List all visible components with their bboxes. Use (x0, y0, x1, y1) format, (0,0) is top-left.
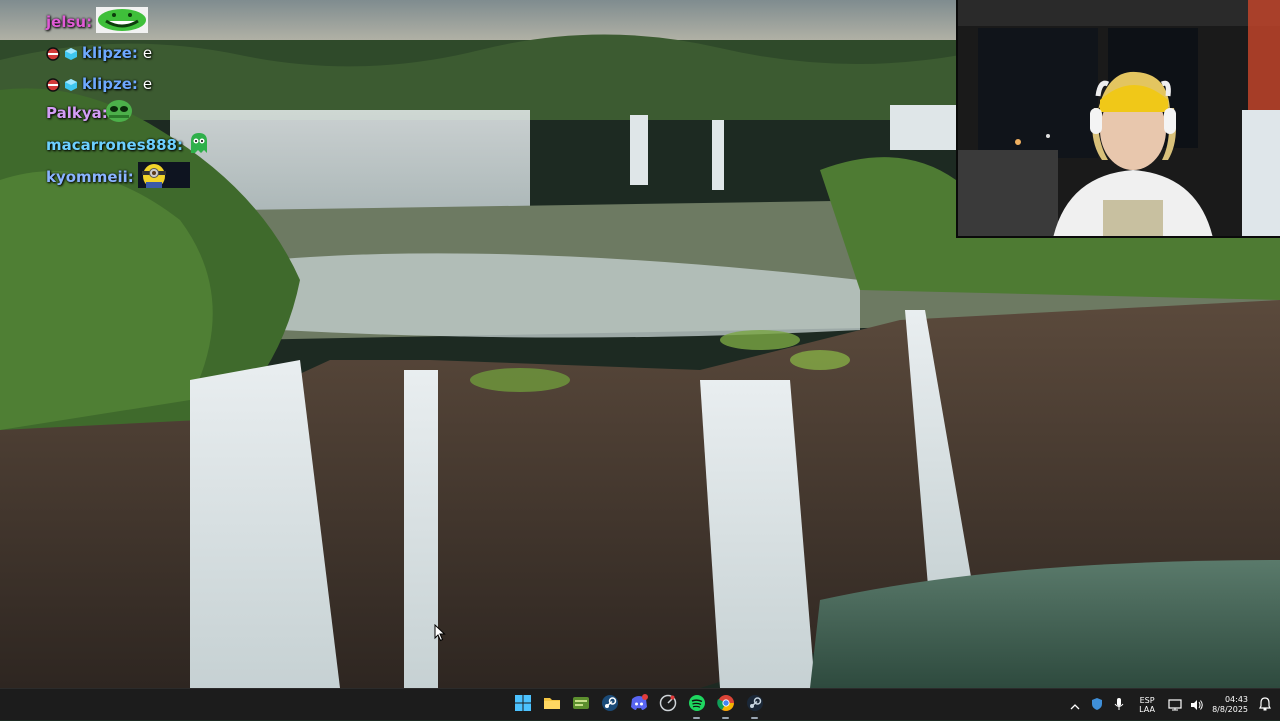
minion-emote (137, 162, 190, 192)
system-tray: ESP LAA 04:43 8/8/2025 (1064, 689, 1280, 721)
clock-date: 8/8/2025 (1212, 705, 1248, 714)
taskbar-apps (508, 689, 769, 721)
clock-time: 04:43 (1224, 695, 1248, 704)
chat-message: kyommeii: (46, 162, 190, 192)
chat-message: Palkya: (46, 99, 134, 127)
notifications-button[interactable] (1254, 689, 1276, 721)
volume-tray-button[interactable] (1186, 689, 1208, 721)
app-green-button[interactable] (566, 689, 595, 721)
steam-icon (746, 694, 764, 716)
start-button[interactable] (508, 689, 537, 721)
dashboard-button[interactable] (653, 689, 682, 721)
defender-tray-button[interactable] (1086, 689, 1108, 721)
chat-message: klipze: e (46, 70, 152, 98)
chat-username: klipze: (82, 75, 138, 93)
chrome-icon (716, 694, 735, 716)
steam-icon (601, 694, 619, 716)
taskbar: ESP LAA 04:43 8/8/2025 (0, 688, 1280, 720)
microphone-tray-button[interactable] (1108, 689, 1130, 721)
gauge-icon (659, 694, 677, 716)
microphone-icon (1114, 696, 1124, 715)
spotify-icon (688, 694, 706, 716)
steam-button[interactable] (595, 689, 624, 721)
green-face-emote (96, 7, 149, 37)
webcam-overlay (956, 0, 1280, 238)
shield-icon (1091, 696, 1103, 715)
clock-button[interactable]: 04:43 8/8/2025 (1212, 695, 1248, 715)
language-layout: LAA (1139, 705, 1155, 714)
language-code: ESP (1139, 696, 1155, 705)
alien-emote (104, 98, 134, 128)
red-circle-badge-icon (46, 46, 60, 61)
chevron-up-icon (1070, 696, 1080, 715)
chat-username: jelsu: (46, 13, 93, 31)
network-icon (1168, 696, 1182, 715)
chat-username: kyommeii: (46, 168, 134, 186)
show-hidden-icons-button[interactable] (1064, 689, 1086, 721)
cyan-cube-badge-icon (64, 46, 78, 60)
discord-icon (629, 694, 649, 716)
chat-message: macarrones888: (46, 131, 211, 159)
chrome-button[interactable] (711, 689, 740, 721)
chat-username: macarrones888: (46, 136, 183, 154)
chat-message: jelsu: (46, 7, 149, 37)
red-circle-badge-icon (46, 77, 60, 92)
network-tray-button[interactable] (1164, 689, 1186, 721)
cyan-cube-badge-icon (64, 77, 78, 91)
chat-username: klipze: (82, 44, 138, 62)
input-language-button[interactable]: ESP LAA (1134, 696, 1160, 714)
chat-text: e (142, 44, 153, 62)
spotify-button[interactable] (682, 689, 711, 721)
chat-username: Palkya: (46, 104, 108, 122)
folder-icon (543, 695, 561, 715)
file-explorer-button[interactable] (537, 689, 566, 721)
speaker-icon (1190, 696, 1204, 715)
ghost-emote (187, 131, 211, 159)
steam-tray-button[interactable] (740, 689, 769, 721)
windows-logo-icon (514, 695, 531, 715)
green-app-icon (572, 695, 590, 715)
chat-text: e (142, 75, 153, 93)
mouse-cursor-icon (434, 623, 446, 646)
bell-icon (1259, 696, 1271, 715)
discord-button[interactable] (624, 689, 653, 721)
chat-message: klipze: e (46, 39, 152, 67)
